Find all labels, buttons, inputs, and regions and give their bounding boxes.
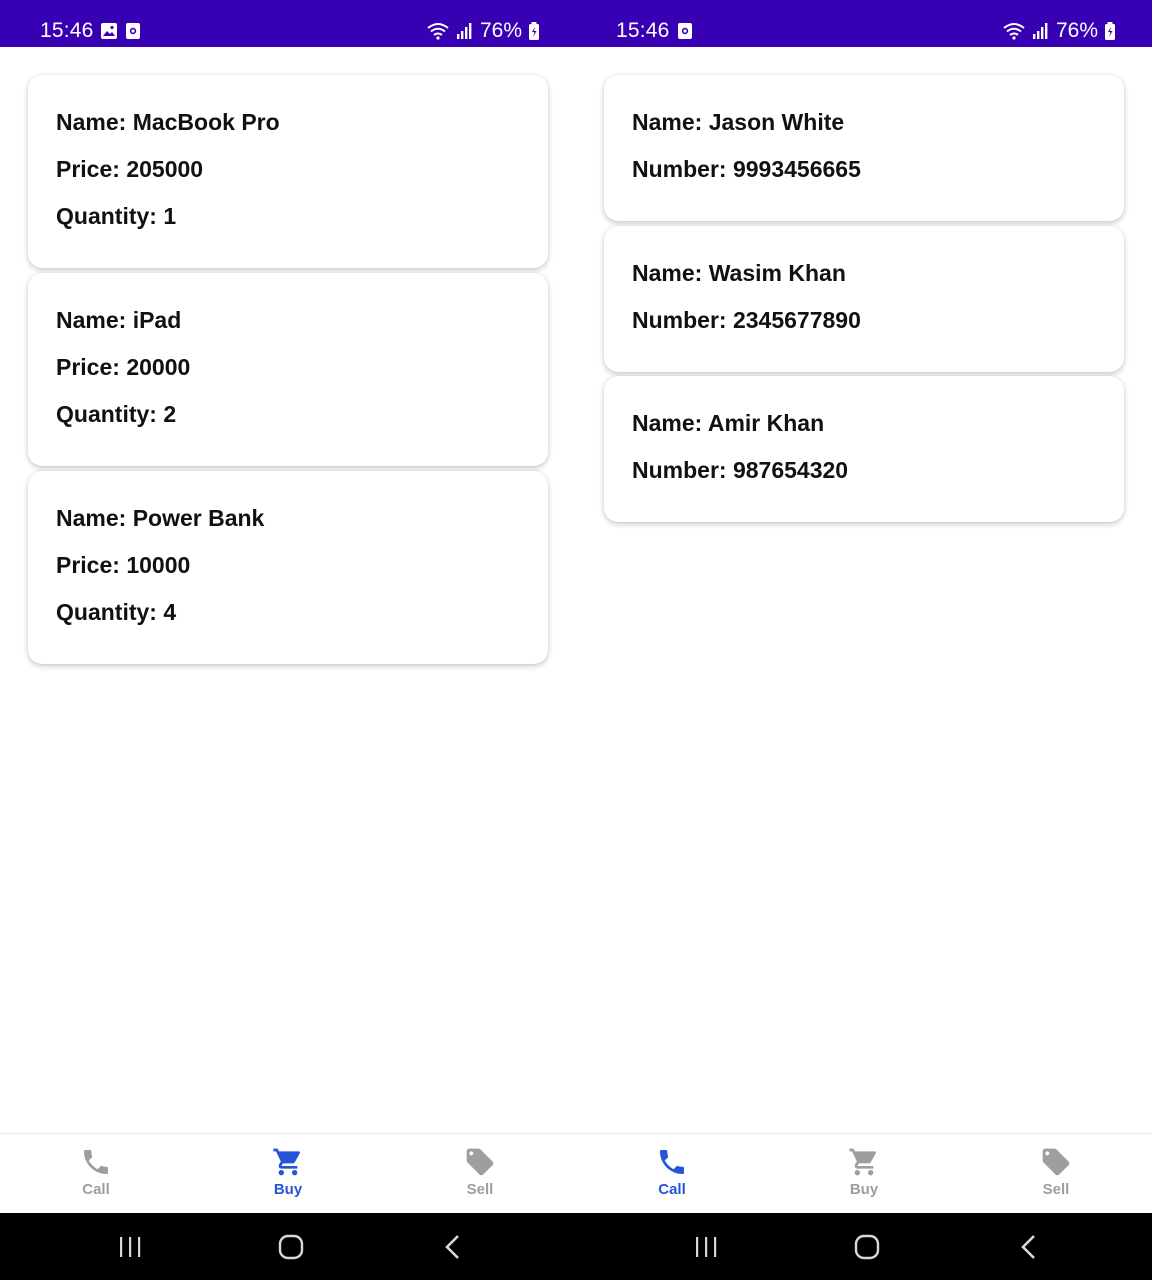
status-right: 76% — [426, 19, 540, 43]
wifi-icon — [1003, 23, 1025, 40]
nav-label-call: Call — [82, 1181, 110, 1198]
system-navigation-bar — [0, 1213, 576, 1280]
product-price: Price: 20000 — [56, 354, 191, 380]
battery-icon — [1105, 22, 1115, 40]
recents-button[interactable] — [691, 1233, 721, 1261]
nav-label-buy: Buy — [849, 1181, 879, 1198]
nav-item-buy[interactable]: Buy — [192, 1134, 384, 1213]
product-name: Name: Power Bank — [56, 505, 265, 531]
product-price: Price: 10000 — [56, 552, 191, 578]
wifi-icon — [427, 23, 449, 40]
back-button[interactable] — [1014, 1233, 1044, 1261]
nav-item-sell[interactable]: Sell — [384, 1134, 576, 1213]
battery-percent: 76% — [479, 19, 522, 42]
battery-percent: 76% — [1055, 19, 1098, 42]
product-list: Name: MacBook Pro Price: 205000 Quantity… — [0, 47, 576, 1133]
contact-name: Name: Wasim Khan — [632, 260, 846, 286]
recents-button[interactable] — [115, 1233, 145, 1261]
contact-number: Number: 2345677890 — [632, 307, 861, 333]
product-quantity: Quantity: 2 — [56, 401, 177, 427]
status-notification-icons — [100, 22, 142, 40]
status-notification-icons — [676, 22, 694, 40]
screen-record-icon — [678, 23, 692, 39]
status-time: 15:46 — [40, 19, 94, 42]
status-right: 76% — [1002, 19, 1116, 43]
product-name: Name: MacBook Pro — [56, 109, 280, 135]
nav-label-buy: Buy — [273, 1181, 303, 1198]
home-button[interactable] — [852, 1233, 882, 1261]
status-time: 15:46 — [616, 19, 670, 42]
product-quantity: Quantity: 4 — [56, 599, 177, 625]
cart-icon — [849, 1148, 876, 1176]
signal-icon — [1032, 23, 1048, 39]
product-name: Name: iPad — [56, 307, 182, 333]
system-navigation-bar — [576, 1213, 1152, 1280]
screen-record-icon — [126, 23, 140, 39]
back-button[interactable] — [438, 1233, 468, 1261]
tag-icon — [466, 1148, 494, 1176]
nav-label-sell: Sell — [466, 1181, 494, 1198]
right-screen: 15:46 76% Name: Jason White Number: 9993… — [576, 0, 1152, 1280]
nav-item-sell[interactable]: Sell — [960, 1134, 1152, 1213]
status-bar: 15:46 76% — [0, 0, 576, 47]
signal-icon — [456, 23, 472, 39]
contact-card[interactable]: Name: Wasim Khan Number: 2345677890 — [604, 226, 1124, 372]
home-button[interactable] — [276, 1233, 306, 1261]
battery-icon — [529, 22, 539, 40]
contact-number: Number: 9993456665 — [632, 156, 861, 182]
contact-card[interactable]: Name: Jason White Number: 9993456665 — [604, 75, 1124, 221]
tag-icon — [1042, 1148, 1070, 1176]
product-card[interactable]: Name: Power Bank Price: 10000 Quantity: … — [28, 471, 548, 664]
left-screen: 15:46 76% Name: MacBook Pro Price: 20500… — [0, 0, 576, 1280]
nav-item-call[interactable]: Call — [576, 1134, 768, 1213]
phone-icon — [84, 1150, 108, 1174]
gallery-icon — [101, 23, 117, 39]
product-card[interactable]: Name: MacBook Pro Price: 205000 Quantity… — [28, 75, 548, 268]
nav-item-call[interactable]: Call — [0, 1134, 192, 1213]
contact-list: Name: Jason White Number: 9993456665 Nam… — [576, 47, 1152, 1133]
product-price: Price: 205000 — [56, 156, 204, 182]
nav-item-buy[interactable]: Buy — [768, 1134, 960, 1213]
status-bar: 15:46 76% — [576, 0, 1152, 47]
bottom-navigation: Call Buy Sell — [0, 1133, 576, 1213]
product-quantity: Quantity: 1 — [56, 203, 177, 229]
contact-name: Name: Jason White — [632, 109, 845, 135]
bottom-navigation: Call Buy Sell — [576, 1133, 1152, 1213]
contact-name: Name: Amir Khan — [632, 410, 825, 436]
nav-label-call: Call — [658, 1181, 686, 1198]
contact-card[interactable]: Name: Amir Khan Number: 987654320 — [604, 376, 1124, 522]
cart-icon — [273, 1148, 300, 1176]
contact-number: Number: 987654320 — [632, 457, 849, 483]
product-card[interactable]: Name: iPad Price: 20000 Quantity: 2 — [28, 273, 548, 466]
nav-label-sell: Sell — [1042, 1181, 1070, 1198]
phone-icon — [660, 1150, 684, 1174]
